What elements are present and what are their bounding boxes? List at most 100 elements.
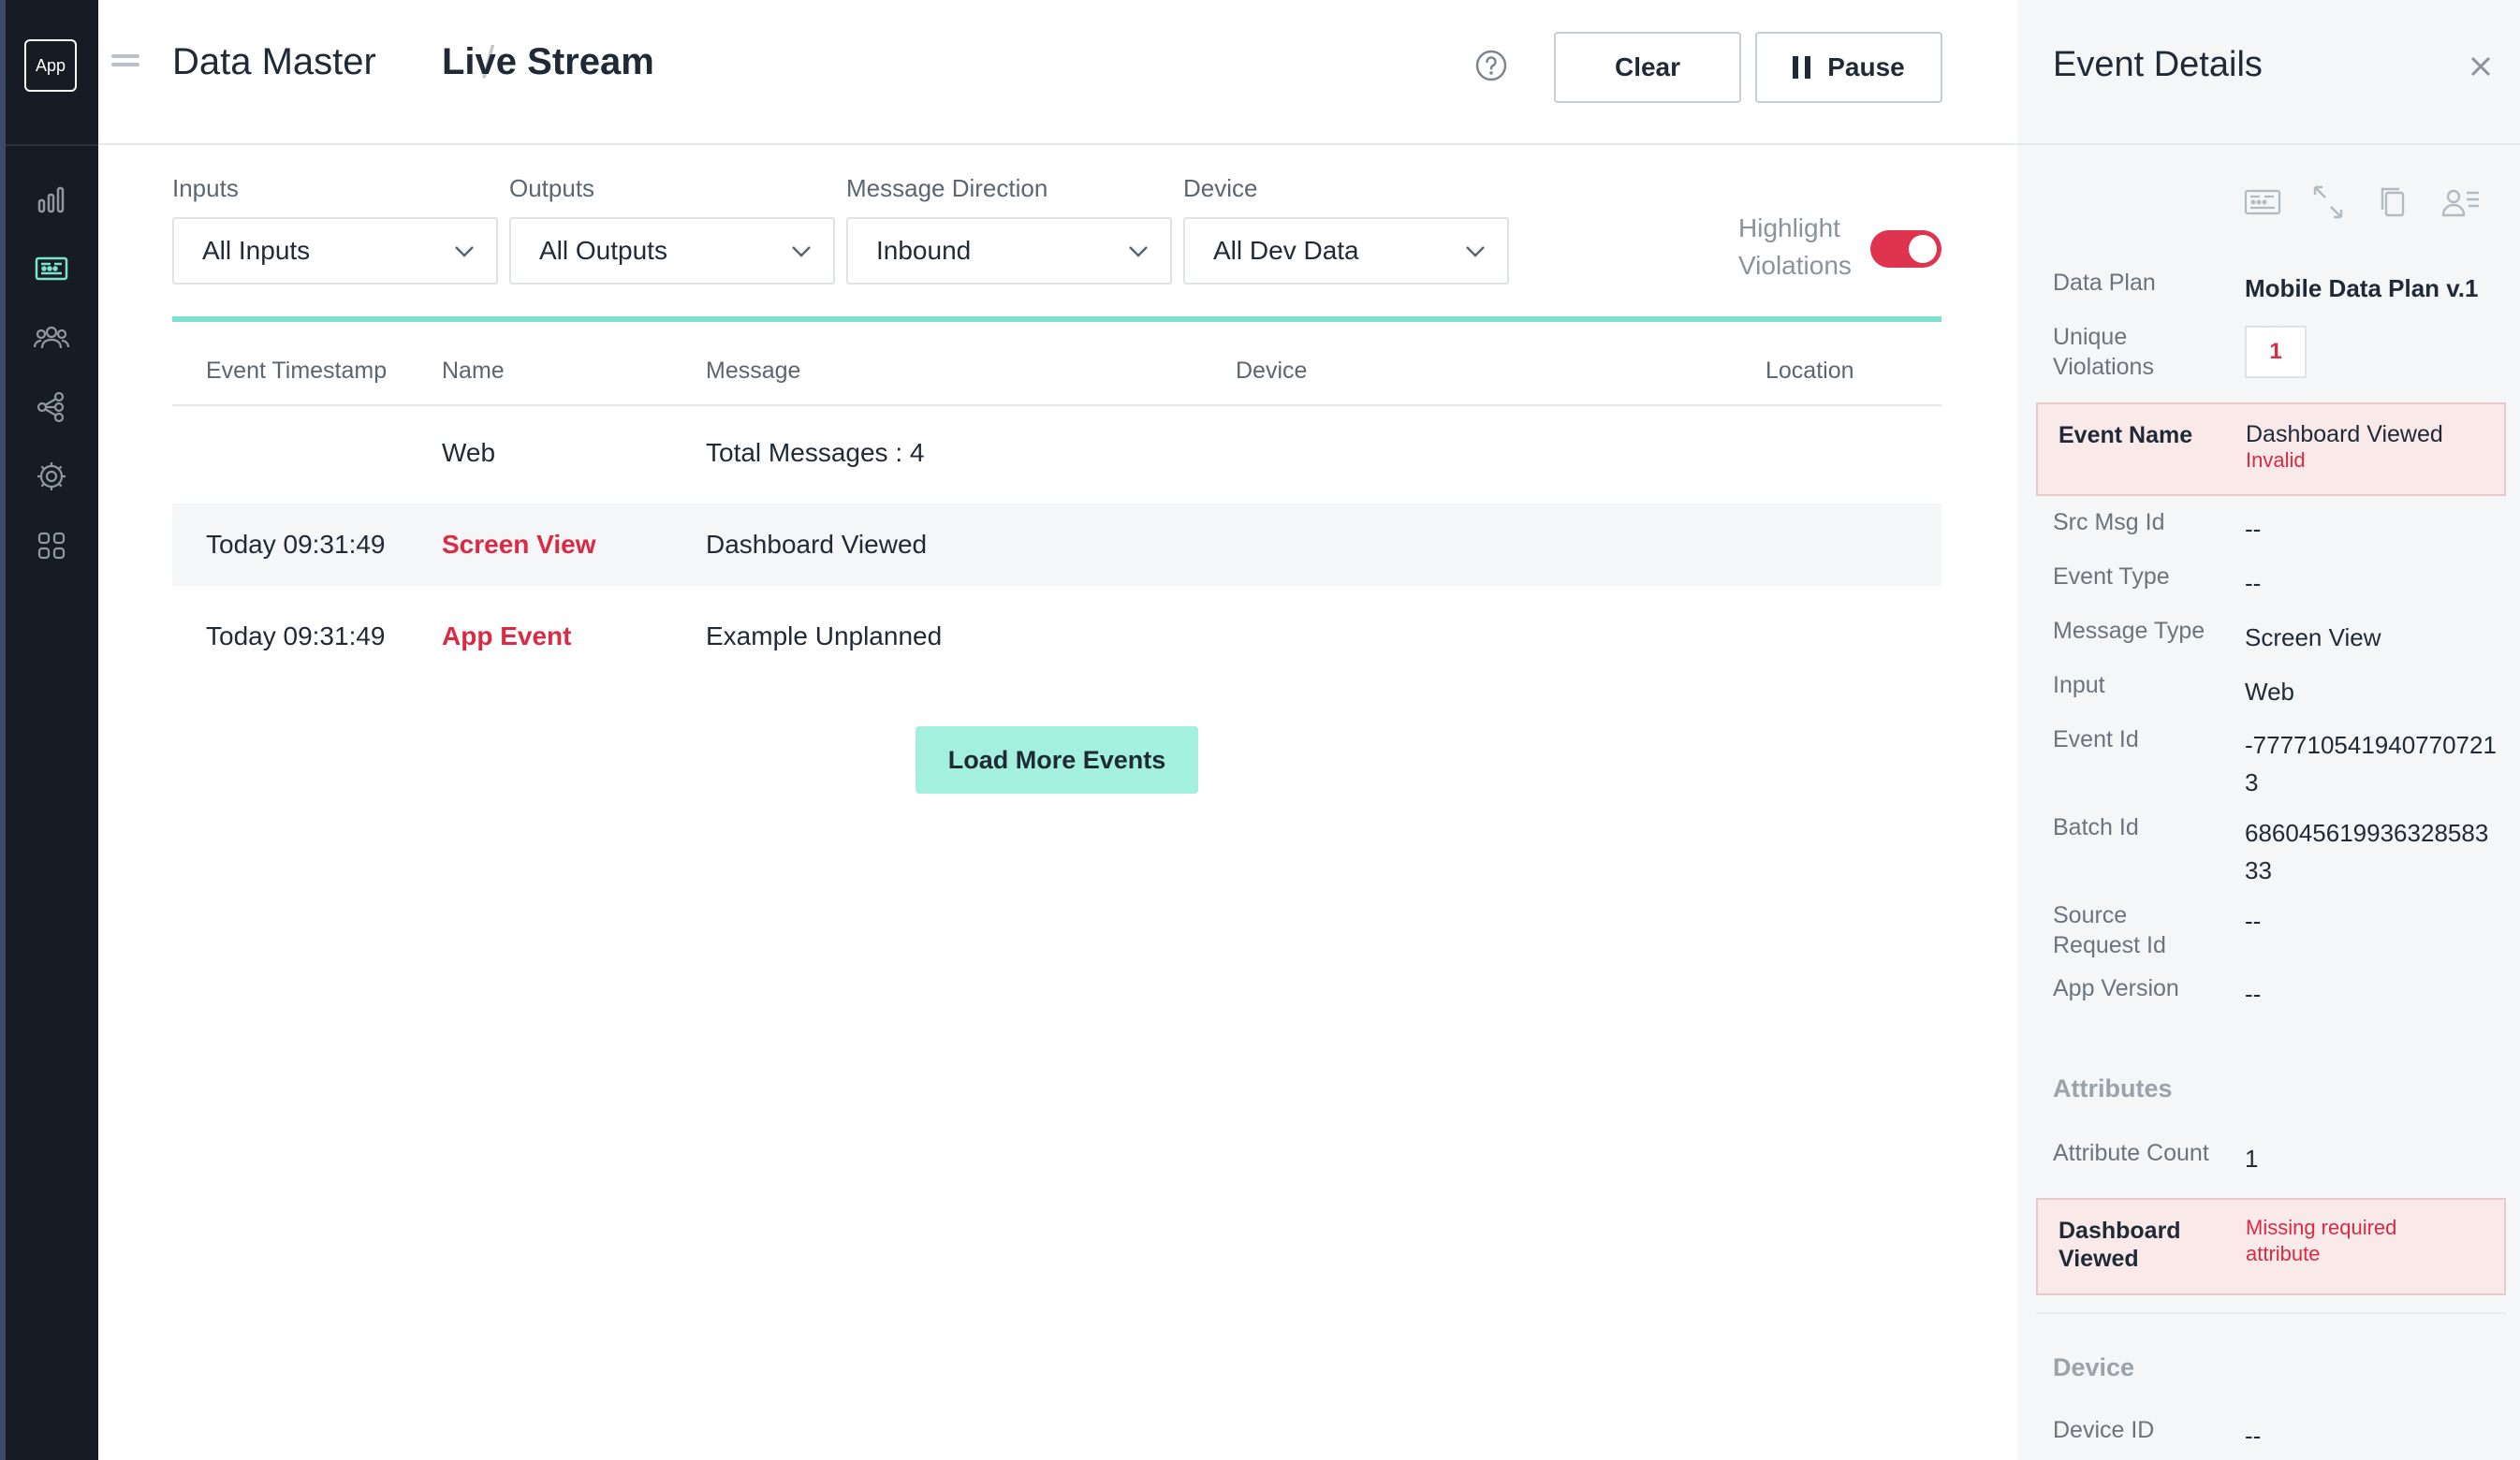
gear-icon[interactable] xyxy=(30,455,73,498)
source-request-key-line1: Source xyxy=(2053,902,2128,928)
device-filter: Device All Dev Data xyxy=(1183,174,1509,285)
outputs-filter-label: Outputs xyxy=(509,174,595,202)
attribute-violation-key-line2: Viewed xyxy=(2058,1246,2139,1272)
event-type-key: Event Type xyxy=(2053,563,2170,590)
attribute-violation-key: Dashboard Viewed xyxy=(2058,1217,2181,1273)
direction-filter-label: Message Direction xyxy=(846,174,1048,202)
highlight-violations-toggle[interactable] xyxy=(1870,230,1941,268)
close-icon[interactable] xyxy=(2467,52,2495,80)
bar-chart-icon[interactable] xyxy=(30,178,73,221)
source-request-key-line2: Request Id xyxy=(2053,932,2166,958)
inputs-filter: Inputs All Inputs xyxy=(172,174,498,285)
panel-header-divider xyxy=(2017,143,2520,145)
live-stream-view-icon[interactable] xyxy=(2242,183,2283,221)
help-icon[interactable] xyxy=(1474,49,1508,82)
device-section-title: Device xyxy=(2053,1353,2135,1381)
event-type-value: -- xyxy=(2245,569,2262,597)
app-logo[interactable]: App xyxy=(24,39,77,92)
message-type-key: Message Type xyxy=(2053,618,2205,644)
menu-toggle-icon[interactable] xyxy=(111,54,139,75)
row-timestamp: Today 09:31:49 xyxy=(206,530,386,559)
unique-violations-count: 1 xyxy=(2245,326,2307,378)
pause-icon xyxy=(1793,56,1811,79)
src-msg-id-key: Src Msg Id xyxy=(2053,509,2165,535)
event-id-line2: 3 xyxy=(2245,768,2259,796)
grid-icon[interactable] xyxy=(30,524,73,567)
attribute-violation-key-line1: Dashboard xyxy=(2058,1218,2181,1244)
users-icon[interactable] xyxy=(30,316,73,359)
row-event-name: App Event xyxy=(442,621,572,650)
page-header: Data Master / Live Stream Clear Pause xyxy=(98,0,2017,145)
device-select-value: All Dev Data xyxy=(1213,236,1359,265)
inputs-select[interactable]: All Inputs xyxy=(172,217,498,285)
breadcrumb-parent[interactable]: Data Master xyxy=(172,41,376,83)
row-message: Example Unplanned xyxy=(706,621,943,650)
load-more-events-button[interactable]: Load More Events xyxy=(916,726,1198,794)
attribute-violation-message-line2: attribute xyxy=(2246,1242,2321,1265)
outputs-filter: Outputs All Outputs xyxy=(509,174,835,285)
column-header-message[interactable]: Message xyxy=(706,358,800,385)
event-id-line1: -777710541940770721 xyxy=(2245,731,2497,759)
batch-id-value: 686045619936328583 33 xyxy=(2245,814,2507,889)
attribute-violation-message-line1: Missing required xyxy=(2246,1216,2397,1239)
device-id-value: -- xyxy=(2245,1422,2262,1450)
chevron-down-icon xyxy=(1466,246,1485,257)
panel-section-divider xyxy=(2036,1312,2506,1314)
stream-progress-line xyxy=(172,316,1941,322)
column-header-name[interactable]: Name xyxy=(442,358,505,385)
direction-select[interactable]: Inbound xyxy=(846,217,1172,285)
data-plan-value: Mobile Data Plan v.1 xyxy=(2245,274,2479,302)
chevron-down-icon xyxy=(455,246,474,257)
page-title: Live Stream xyxy=(442,41,654,82)
column-header-device[interactable]: Device xyxy=(1236,358,1307,385)
device-id-key: Device ID xyxy=(2053,1417,2155,1443)
connections-icon[interactable] xyxy=(30,386,73,429)
unique-violations-key: Unique Violations xyxy=(2053,322,2154,382)
table-header-divider xyxy=(172,404,1941,406)
outputs-select[interactable]: All Outputs xyxy=(509,217,835,285)
unique-violations-key-line1: Unique xyxy=(2053,324,2128,350)
column-header-timestamp[interactable]: Event Timestamp xyxy=(206,358,387,385)
table-row[interactable]: Today 09:31:49 App Event Example Unplann… xyxy=(172,595,1941,678)
batch-id-key: Batch Id xyxy=(2053,814,2139,840)
pause-button[interactable]: Pause xyxy=(1755,32,1942,103)
highlight-violations-label: Highlight Violations xyxy=(1738,210,1852,285)
attribute-count-value: 1 xyxy=(2245,1145,2259,1173)
direction-select-value: Inbound xyxy=(876,236,972,265)
message-type-value: Screen View xyxy=(2245,623,2381,651)
clear-button[interactable]: Clear xyxy=(1554,32,1741,103)
attribute-violation-message: Missing required attribute xyxy=(2246,1215,2396,1267)
table-row[interactable]: Today 09:31:49 Screen View Dashboard Vie… xyxy=(172,504,1941,586)
outputs-select-value: All Outputs xyxy=(539,236,667,265)
device-filter-label: Device xyxy=(1183,174,1258,202)
event-id-key: Event Id xyxy=(2053,726,2139,752)
expand-icon[interactable] xyxy=(2308,183,2349,221)
data-plan-key: Data Plan xyxy=(2053,270,2156,296)
attributes-section-title: Attributes xyxy=(2053,1074,2173,1102)
inputs-filter-label: Inputs xyxy=(172,174,239,202)
source-request-id-value: -- xyxy=(2245,907,2262,935)
event-name-violation-card: Event Name Dashboard Viewed Invalid xyxy=(2036,402,2506,496)
toggle-knob xyxy=(1909,235,1937,263)
event-name-key: Event Name xyxy=(2058,422,2193,448)
highlight-label-line1: Highlight xyxy=(1738,213,1840,242)
live-stream-icon[interactable] xyxy=(30,247,73,290)
highlight-label-line2: Violations xyxy=(1738,251,1852,280)
user-details-icon[interactable] xyxy=(2440,183,2482,221)
direction-filter: Message Direction Inbound xyxy=(846,174,1172,285)
event-details-title: Event Details xyxy=(2053,45,2263,84)
copy-icon[interactable] xyxy=(2373,183,2414,221)
summary-total-messages: Total Messages : 4 xyxy=(706,438,925,467)
batch-id-line1: 686045619936328583 xyxy=(2245,819,2489,847)
device-select[interactable]: All Dev Data xyxy=(1183,217,1509,285)
unique-violations-key-line2: Violations xyxy=(2053,354,2154,380)
attribute-count-key: Attribute Count xyxy=(2053,1140,2209,1166)
summary-row[interactable]: Web Total Messages : 4 xyxy=(172,412,1941,494)
row-timestamp: Today 09:31:49 xyxy=(206,621,386,650)
sidebar: App xyxy=(6,0,98,1460)
column-header-location[interactable]: Location xyxy=(1765,358,1854,385)
app-version-value: -- xyxy=(2245,980,2262,1008)
src-msg-id-value: -- xyxy=(2245,515,2262,543)
chevron-down-icon xyxy=(792,246,811,257)
source-request-id-key: Source Request Id xyxy=(2053,900,2166,960)
